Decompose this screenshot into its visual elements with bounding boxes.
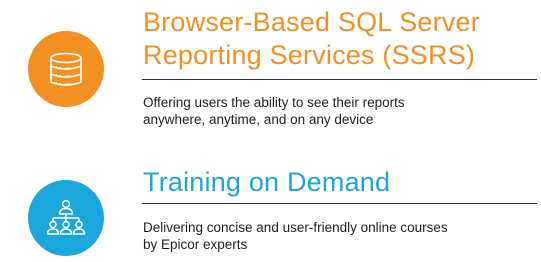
database-server-icon — [28, 31, 104, 107]
feature-ssrs: Browser-Based SQL Server Reporting Servi… — [0, 0, 541, 140]
team-hierarchy-icon-graphic — [46, 199, 86, 235]
feature-title: Browser-Based SQL Server Reporting Servi… — [143, 6, 535, 72]
database-server-icon-graphic — [50, 52, 82, 86]
features-panel: Browser-Based SQL Server Reporting Servi… — [0, 0, 541, 262]
divider — [142, 79, 537, 80]
divider — [142, 203, 537, 204]
feature-description-line: Offering users the ability to see their … — [143, 95, 405, 110]
feature-description: Offering users the ability to see their … — [143, 94, 535, 128]
team-hierarchy-icon — [28, 180, 104, 256]
feature-description-line: by Epicor experts — [143, 237, 248, 252]
feature-title: Training on Demand — [143, 166, 535, 199]
feature-description-line: anywhere, anytime, and on any device — [143, 112, 374, 127]
feature-description-line: Delivering concise and user-friendly onl… — [143, 220, 448, 235]
feature-description: Delivering concise and user-friendly onl… — [143, 219, 535, 253]
feature-training: Training on Demand Delivering concise an… — [0, 150, 541, 262]
feature-title-line: Reporting Services (SSRS) — [143, 40, 476, 70]
feature-title-line: Training on Demand — [143, 167, 391, 197]
feature-title-line: Browser-Based SQL Server — [143, 7, 480, 37]
